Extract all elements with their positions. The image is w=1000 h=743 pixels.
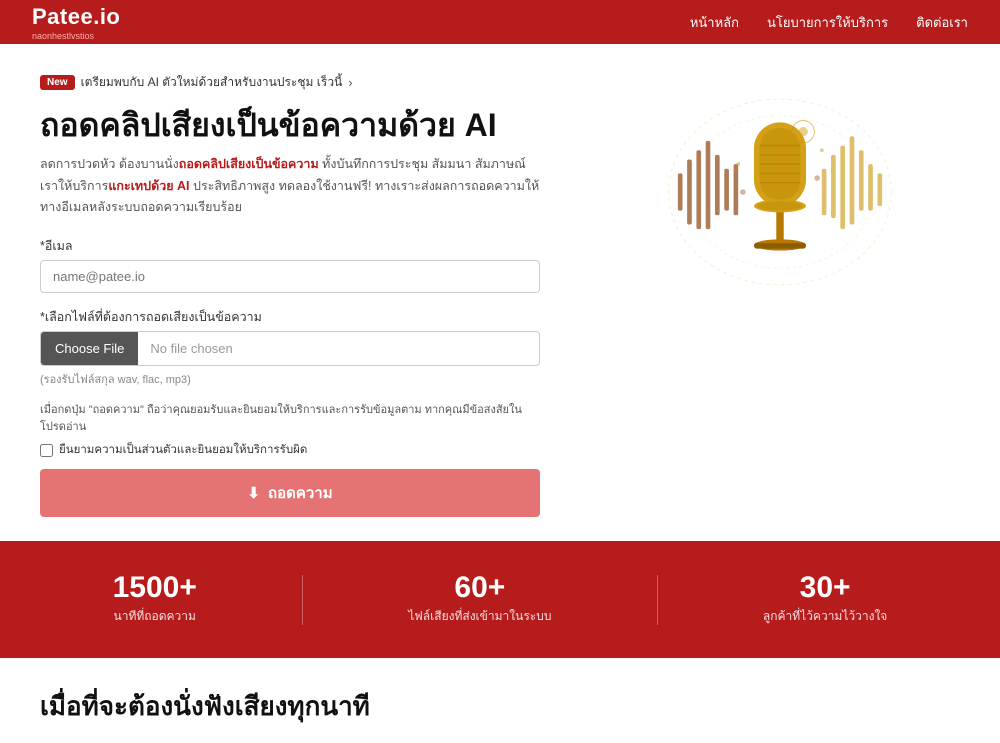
consent-notice: เมื่อกดปุ่ม "ถอดความ" ถือว่าคุณยอมรับและ… [40, 402, 540, 459]
stat-item-0: 1500+ นาทีที่ถอดความ [113, 573, 197, 626]
hero-title: ถอดคลิปเสียงเป็นข้อความด้วย AI [40, 106, 600, 144]
stat-number-2: 30+ [763, 573, 887, 603]
submit-icon: ⬇ [247, 484, 260, 502]
email-field[interactable] [40, 260, 540, 293]
stat-number-0: 1500+ [113, 573, 197, 603]
consent-text: เมื่อกดปุ่ม "ถอดความ" ถือว่าคุณยอมรับและ… [40, 402, 540, 435]
nav-item-policy[interactable]: นโยบายการให้บริการ [767, 12, 888, 33]
stat-item-2: 30+ ลูกค้าที่ไว้ความไว้วางใจ [763, 573, 887, 626]
left-panel: New เตรียมพบกับ AI ตัวใหม่ด้วยสำหรับงานป… [40, 72, 600, 517]
logo-text: Patee.io [32, 4, 120, 30]
file-name-display: No file chosen [138, 333, 539, 364]
stat-divider-2 [657, 575, 658, 625]
submit-label: ถอดความ [268, 481, 333, 505]
consent-checkbox-label: ยืนยามความเป็นส่วนตัวและยินยอมให้บริการร… [59, 441, 307, 459]
hero-desc: ลดการปวดหัว ต้องบานนั่งถอดคลิปเสียงเป็นข… [40, 154, 540, 218]
bottom-teaser-title: เมื่อที่จะต้องนั่งฟังเสียงทุกนาที [40, 686, 960, 727]
navbar: Patee.io naonhestlvstios หน้าหลัก นโยบาย… [0, 0, 1000, 44]
file-label: *เลือกไฟล์ที่ต้องการถอดเสียงเป็นข้อความ [40, 307, 600, 327]
email-form-group: *อีเมล [40, 236, 600, 293]
choose-file-button[interactable]: Choose File [41, 332, 138, 365]
stat-label-2: ลูกค้าที่ไว้ความไว้วางใจ [763, 607, 887, 626]
submit-button[interactable]: ⬇ ถอดความ [40, 469, 540, 517]
mic-illustration [650, 82, 910, 302]
bottom-teaser: เมื่อที่จะต้องนั่งฟังเสียงทุกนาที [0, 658, 1000, 743]
file-input-area: Choose File No file chosen [40, 331, 540, 366]
nav-item-home[interactable]: หน้าหลัก [690, 12, 739, 33]
stat-label-0: นาทีที่ถอดความ [113, 607, 197, 626]
new-badge: New [40, 75, 75, 90]
file-hint: (รองรับไฟล์สกุล wav, flac, mp3) [40, 370, 600, 388]
email-label: *อีเมล [40, 236, 600, 256]
consent-checkbox-row: ยืนยามความเป็นส่วนตัวและยินยอมให้บริการร… [40, 441, 540, 459]
promo-arrow-icon: › [348, 75, 352, 90]
stat-number-1: 60+ [408, 573, 551, 603]
promo-text: เตรียมพบกับ AI ตัวใหม่ด้วยสำหรับงานประชุ… [81, 73, 343, 92]
file-form-group: *เลือกไฟล์ที่ต้องการถอดเสียงเป็นข้อความ … [40, 307, 600, 388]
stat-label-1: ไฟล์เสียงที่ส่งเข้ามาในระบบ [408, 607, 551, 626]
consent-checkbox[interactable] [40, 444, 53, 457]
main-content: New เตรียมพบกับ AI ตัวใหม่ด้วยสำหรับงานป… [0, 44, 1000, 541]
right-panel [620, 72, 940, 302]
stats-section: 1500+ นาทีที่ถอดความ 60+ ไฟล์เสียงที่ส่ง… [0, 541, 1000, 658]
logo: Patee.io naonhestlvstios [32, 4, 120, 41]
stat-item-1: 60+ ไฟล์เสียงที่ส่งเข้ามาในระบบ [408, 573, 551, 626]
nav-links: หน้าหลัก นโยบายการให้บริการ ติดต่อเรา [690, 12, 968, 33]
promo-banner[interactable]: New เตรียมพบกับ AI ตัวใหม่ด้วยสำหรับงานป… [40, 73, 353, 92]
nav-item-contact[interactable]: ติดต่อเรา [916, 12, 968, 33]
stat-divider-1 [302, 575, 303, 625]
logo-subtext: naonhestlvstios [32, 32, 120, 41]
